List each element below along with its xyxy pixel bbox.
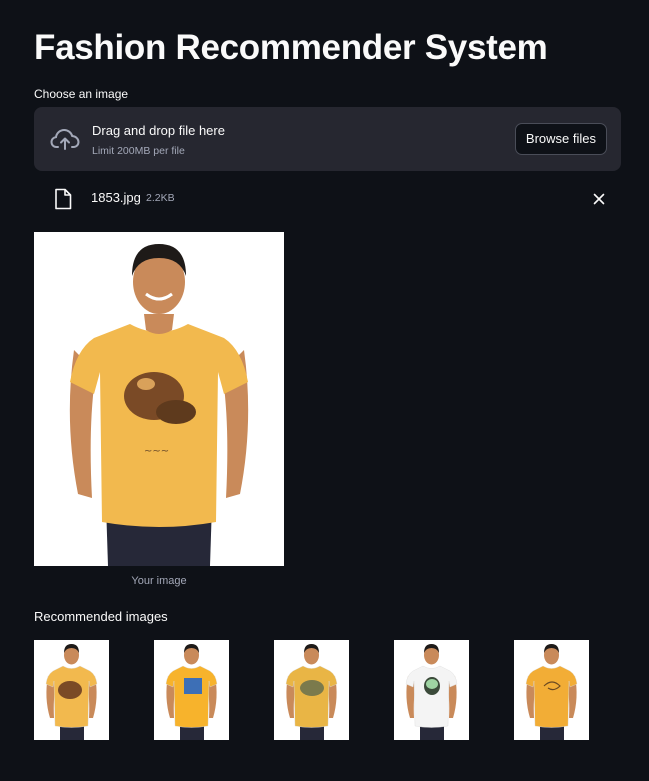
model-photo [154, 640, 229, 740]
file-size: 2.2KB [146, 192, 175, 204]
page-title: Fashion Recommender System [34, 28, 548, 67]
recommended-image [274, 640, 349, 740]
app-root: Fashion Recommender System Choose an ima… [0, 0, 649, 781]
recommended-image [154, 640, 229, 740]
person-photo: ~~~ [34, 232, 284, 566]
svg-text:~~~: ~~~ [144, 446, 169, 457]
dropzone-instructions: Drag and drop file here [92, 123, 225, 138]
recommended-heading: Recommended images [34, 609, 168, 624]
dropzone-limit: Limit 200MB per file [92, 145, 185, 157]
model-photo [274, 640, 349, 740]
file-icon [55, 188, 72, 210]
uploaded-image-preview: ~~~ [34, 232, 284, 566]
file-name: 1853.jpg [91, 190, 141, 205]
close-icon[interactable] [591, 191, 607, 207]
recommended-image [394, 640, 469, 740]
file-dropzone[interactable]: Drag and drop file here Limit 200MB per … [34, 107, 621, 171]
recommended-image [514, 640, 589, 740]
browse-files-button[interactable]: Browse files [514, 123, 607, 155]
model-photo [34, 640, 109, 740]
image-caption: Your image [131, 575, 187, 587]
uploaded-file-row: 1853.jpg 2.2KB [34, 184, 621, 214]
recommended-image [34, 640, 109, 740]
cloud-upload-icon [50, 128, 80, 150]
model-photo [394, 640, 469, 740]
uploader-label: Choose an image [34, 87, 129, 101]
model-photo [514, 640, 589, 740]
